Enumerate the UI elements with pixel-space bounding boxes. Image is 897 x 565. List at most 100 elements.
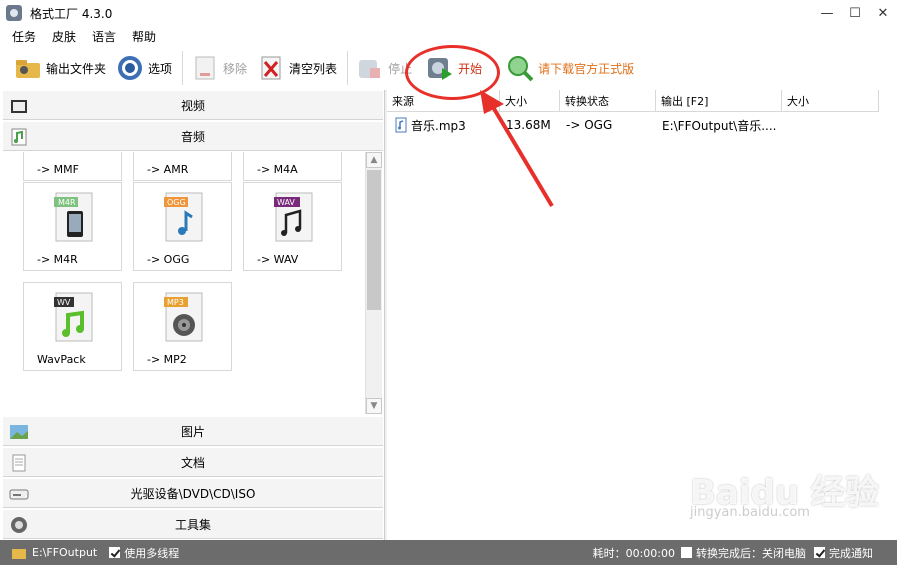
row-source: 音乐.mp3 bbox=[411, 118, 466, 133]
after-convert-label: 转换完成后：关闭电脑 bbox=[696, 546, 806, 560]
multithread-checkbox[interactable] bbox=[109, 547, 121, 558]
music-note-icon: OGG bbox=[164, 192, 203, 242]
format-tile-ogg[interactable]: OGG -> OGG bbox=[133, 182, 232, 271]
category-tools-label: 工具集 bbox=[174, 517, 211, 532]
multithread-label: 使用多线程 bbox=[124, 546, 180, 560]
notify-label: 完成通知 bbox=[829, 546, 873, 560]
download-official-link[interactable]: 请下载官方正式版 bbox=[506, 50, 634, 86]
row-status: -> OGG bbox=[566, 118, 613, 132]
category-audio[interactable]: 音频 bbox=[3, 121, 383, 151]
format-tile-mmf[interactable]: -> MMF bbox=[23, 152, 122, 181]
gear-icon bbox=[118, 56, 143, 80]
format-badge: WV bbox=[57, 298, 71, 307]
audio-file-icon bbox=[395, 117, 407, 133]
title-bar: 格式工厂 4.3.0 — ☐ ✕ bbox=[0, 0, 897, 26]
format-badge: M4R bbox=[58, 198, 76, 207]
format-badge: MP3 bbox=[167, 298, 184, 307]
minimize-button[interactable]: — bbox=[813, 0, 841, 26]
category-rom-device[interactable]: 光驱设备\DVD\CD\ISO bbox=[3, 478, 383, 508]
format-tile-label: WavPack bbox=[37, 353, 86, 366]
clear-list-label: 清空列表 bbox=[289, 61, 338, 76]
scroll-thumb[interactable] bbox=[367, 170, 381, 310]
category-rom-label: 光驱设备\DVD\CD\ISO bbox=[130, 486, 256, 501]
format-tile-mp2[interactable]: MP3 -> MP2 bbox=[133, 282, 232, 371]
category-document[interactable]: 文档 bbox=[3, 447, 383, 477]
close-button[interactable]: ✕ bbox=[869, 0, 897, 26]
menu-skin[interactable]: 皮肤 bbox=[52, 28, 76, 45]
category-video[interactable]: 视频 bbox=[3, 90, 383, 120]
format-tile-m4a[interactable]: -> M4A bbox=[243, 152, 342, 181]
format-tile-amr[interactable]: -> AMR bbox=[133, 152, 232, 181]
format-tile-label: -> M4A bbox=[257, 163, 298, 176]
output-folder-button[interactable]: 输出文件夹 bbox=[14, 50, 106, 86]
audio-format-grid: -> MMF -> AMR -> M4A M4R -> M4R OGG -> O… bbox=[3, 152, 365, 414]
format-badge: WAV bbox=[277, 198, 295, 207]
music-notes-icon: WAV bbox=[274, 192, 313, 242]
annotation-arrow-icon bbox=[480, 90, 554, 208]
category-audio-label: 音频 bbox=[180, 129, 205, 144]
category-image[interactable]: 图片 bbox=[3, 416, 383, 446]
app-icon bbox=[6, 5, 22, 21]
window-controls: — ☐ ✕ bbox=[813, 0, 897, 26]
shutdown-checkbox[interactable] bbox=[681, 547, 692, 558]
format-tile-wavpack[interactable]: WV WavPack bbox=[23, 282, 122, 371]
output-folder-label: 输出文件夹 bbox=[46, 61, 107, 76]
toolbar-divider bbox=[347, 51, 349, 85]
remove-button[interactable]: 移除 bbox=[191, 50, 247, 86]
menu-bar: 任务 皮肤 语言 帮助 bbox=[0, 26, 897, 46]
clear-list-button[interactable]: 清空列表 bbox=[257, 50, 337, 86]
menu-help[interactable]: 帮助 bbox=[132, 28, 156, 45]
category-video-label: 视频 bbox=[180, 98, 205, 113]
options-button[interactable]: 选项 bbox=[116, 50, 172, 86]
disc-drive-icon bbox=[9, 489, 29, 500]
format-tile-label: -> MMF bbox=[37, 163, 79, 176]
format-badge: OGG bbox=[167, 198, 186, 207]
category-document-label: 文档 bbox=[180, 455, 205, 470]
output-path[interactable]: E:\FFOutput bbox=[32, 546, 97, 559]
format-grid-scrollbar[interactable]: ▲ ▼ bbox=[365, 152, 382, 414]
format-tile-label: -> M4R bbox=[37, 253, 78, 266]
elapsed-time: 耗时：00:00:00 bbox=[592, 546, 675, 560]
picture-icon bbox=[10, 425, 28, 439]
film-icon bbox=[11, 100, 27, 113]
category-image-label: 图片 bbox=[180, 424, 205, 439]
column-output[interactable]: 输出 [F2] bbox=[656, 90, 782, 112]
music-note-icon bbox=[11, 128, 27, 146]
remove-label: 移除 bbox=[223, 61, 248, 76]
menu-task[interactable]: 任务 bbox=[12, 28, 36, 45]
folder-icon bbox=[12, 548, 26, 559]
window-title: 格式工厂 4.3.0 bbox=[30, 6, 113, 21]
baidu-watermark-url: jingyan.baidu.com bbox=[690, 505, 810, 520]
column-output-size[interactable]: 大小 bbox=[782, 90, 879, 112]
document-icon bbox=[12, 454, 26, 472]
status-bar: E:\FFOutput 使用多线程 耗时：00:00:00 转换完成后：关闭电脑… bbox=[0, 540, 897, 565]
scroll-up-arrow[interactable]: ▲ bbox=[366, 152, 382, 168]
category-tools[interactable]: 工具集 bbox=[3, 509, 383, 539]
options-label: 选项 bbox=[148, 61, 173, 76]
row-output: E:\FFOutput\音乐.... bbox=[662, 118, 777, 133]
iphone-icon: M4R bbox=[54, 192, 93, 242]
remove-doc-icon bbox=[195, 56, 215, 80]
format-tile-label: -> MP2 bbox=[147, 353, 187, 366]
folder-icon bbox=[16, 60, 40, 78]
stop-button[interactable]: 停止 bbox=[356, 50, 412, 86]
magnifier-icon bbox=[508, 56, 534, 82]
format-tile-label: -> OGG bbox=[147, 253, 190, 266]
clear-list-icon bbox=[261, 56, 281, 80]
tools-gear-icon bbox=[11, 517, 27, 533]
format-tile-wav[interactable]: WAV -> WAV bbox=[243, 182, 342, 271]
notify-checkbox[interactable] bbox=[814, 547, 825, 558]
stop-icon bbox=[359, 60, 381, 78]
format-tile-label: -> WAV bbox=[257, 253, 299, 266]
column-status[interactable]: 转换状态 bbox=[560, 90, 656, 112]
speaker-icon: MP3 bbox=[164, 292, 203, 342]
category-panel: 视频 音频 -> MMF -> AMR -> M4A M4R -> M4R OG… bbox=[0, 90, 385, 540]
format-tile-label: -> AMR bbox=[147, 163, 189, 176]
download-label: 请下载官方正式版 bbox=[538, 61, 635, 76]
scroll-down-arrow[interactable]: ▼ bbox=[366, 398, 382, 414]
format-tile-m4r[interactable]: M4R -> M4R bbox=[23, 182, 122, 271]
maximize-button[interactable]: ☐ bbox=[841, 0, 869, 26]
music-note-icon: WV bbox=[54, 292, 93, 342]
toolbar-divider bbox=[182, 51, 184, 85]
menu-language[interactable]: 语言 bbox=[92, 28, 116, 45]
